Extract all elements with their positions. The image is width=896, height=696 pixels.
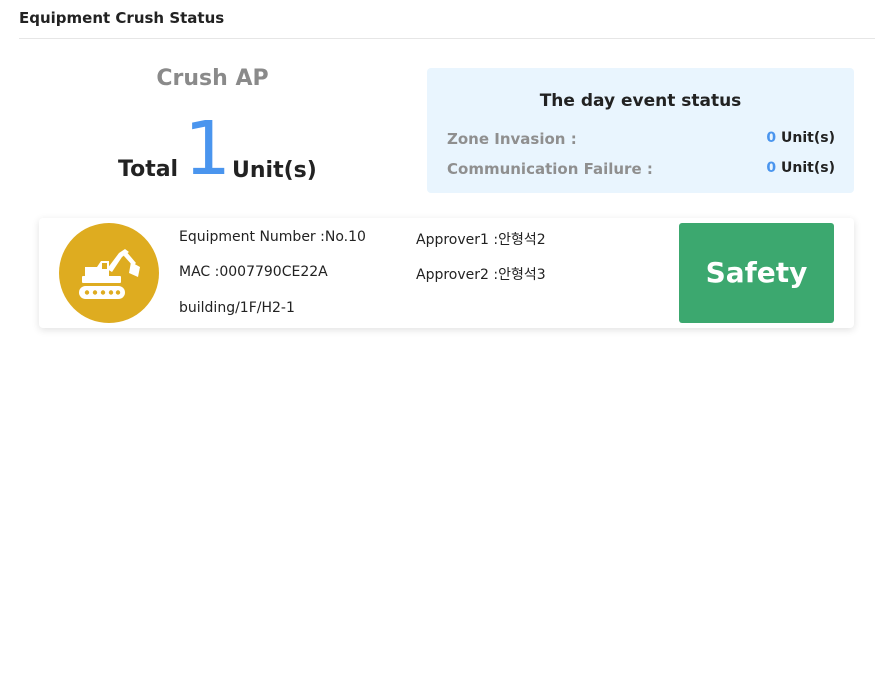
crush-ap-title: Crush AP: [156, 66, 269, 91]
approver2: Approver2 :안형석3: [416, 267, 546, 283]
total-label: Total: [118, 157, 179, 182]
approver1: Approver1 :안형석2: [416, 232, 546, 248]
communication-failure-unit: Unit(s): [781, 160, 835, 176]
panel-header: Equipment Crush Status: [19, 0, 875, 39]
zone-invasion-label: Zone Invasion :: [447, 130, 577, 148]
equipment-card[interactable]: Equipment Number :No.10 MAC :0007790CE22…: [39, 218, 854, 328]
total-unit: Unit(s): [232, 158, 317, 183]
safety-status-button[interactable]: Safety: [679, 223, 834, 323]
communication-failure-count: 0: [766, 160, 777, 176]
panel-title: Equipment Crush Status: [19, 9, 225, 27]
equipment-location: building/1F/H2-1: [179, 300, 295, 316]
equipment-number: Equipment Number :No.10: [179, 229, 366, 245]
equipment-avatar: [59, 223, 159, 323]
zone-invasion-unit: Unit(s): [781, 130, 835, 146]
zone-invasion-count: 0: [766, 130, 777, 146]
equipment-crush-panel: Equipment Crush Status Crush AP Total 1 …: [0, 0, 896, 696]
communication-failure-label: Communication Failure :: [447, 160, 653, 178]
communication-failure-row: Communication Failure : 0 Unit(s): [447, 160, 835, 180]
total-count: 1: [184, 106, 232, 192]
zone-invasion-row: Zone Invasion : 0 Unit(s): [447, 130, 835, 150]
day-event-status-box: The day event status Zone Invasion : 0 U…: [427, 68, 854, 193]
zone-invasion-value: 0 Unit(s): [766, 130, 835, 146]
equipment-mac: MAC :0007790CE22A: [179, 264, 328, 280]
communication-failure-value: 0 Unit(s): [766, 160, 835, 176]
crush-summary: Crush AP Total 1 Unit(s): [60, 58, 380, 198]
excavator-icon: [79, 249, 140, 299]
day-event-title: The day event status: [539, 91, 742, 111]
